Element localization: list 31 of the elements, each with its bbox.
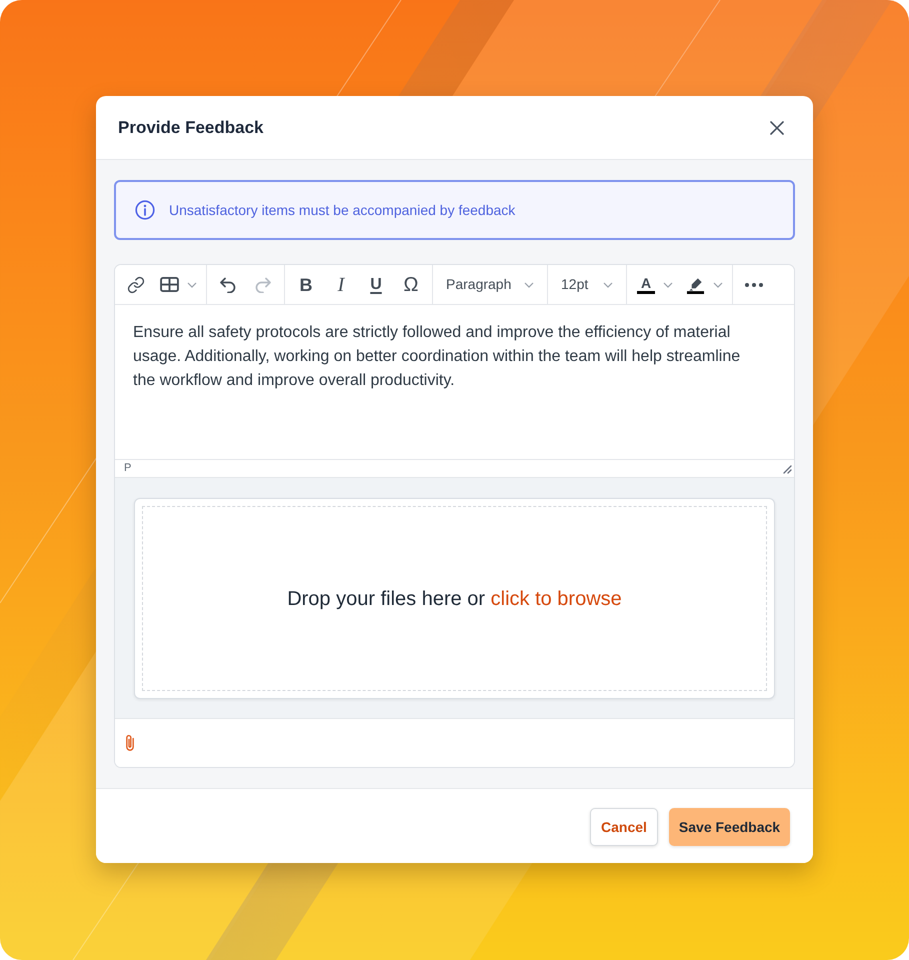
caret-icon — [603, 282, 613, 288]
redo-icon — [254, 276, 272, 292]
save-button[interactable]: Save Feedback — [669, 808, 790, 846]
caret-icon — [187, 282, 197, 288]
caret-icon — [713, 282, 723, 288]
table-icon — [160, 277, 179, 292]
rich-text-field[interactable]: Ensure all safety protocols are strictly followed and improve the efficiency of material usage. Additionally, working on better coordination within the team will help streamline the workflow and improve overall productivity. — [115, 305, 794, 459]
cancel-button[interactable]: Cancel — [590, 808, 658, 846]
drop-instructions: Drop your files here or click to browse — [287, 586, 622, 612]
alert-message: Unsatisfactory items must be accompanied by feedback — [169, 200, 516, 220]
bold-button[interactable]: B — [289, 268, 323, 300]
browse-link[interactable]: click to browse — [490, 588, 622, 610]
caret-icon — [524, 282, 534, 288]
paperclip-icon[interactable] — [124, 734, 136, 752]
special-character-button[interactable]: Ω — [394, 268, 428, 300]
dialog-title: Provide Feedback — [118, 116, 264, 139]
highlighter-icon — [686, 276, 705, 294]
link-icon — [127, 276, 145, 294]
drop-zone[interactable]: Drop your files here or click to browse — [142, 506, 767, 691]
format-dropdown[interactable]: Paragraph — [437, 268, 543, 300]
text-color-button[interactable]: A — [631, 268, 679, 300]
resize-handle-icon[interactable] — [782, 464, 792, 474]
font-size-dropdown[interactable]: 12pt — [552, 268, 622, 300]
info-icon — [135, 200, 155, 220]
italic-button[interactable]: I — [324, 268, 358, 300]
caret-icon — [663, 282, 673, 288]
undo-icon — [219, 276, 237, 292]
more-icon — [745, 282, 763, 286]
close-icon — [770, 120, 784, 134]
underline-button[interactable]: U — [359, 268, 393, 300]
element-path[interactable]: P — [124, 463, 132, 474]
